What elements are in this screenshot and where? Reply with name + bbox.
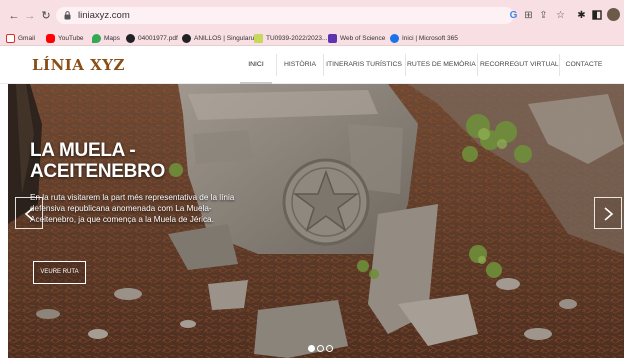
lock-icon — [64, 11, 71, 20]
chevron-left-icon — [24, 207, 34, 221]
slider-prev-button[interactable] — [15, 197, 43, 229]
share-icon[interactable]: ⇪ — [538, 10, 549, 21]
web-of-science-icon — [328, 33, 337, 43]
address-bar[interactable]: liniaxyz.com — [56, 7, 514, 24]
maps-icon — [92, 33, 101, 43]
bookmark-pdf[interactable]: 04001977.pdf — [126, 32, 178, 44]
site-logo[interactable]: LÍNIA XYZ — [32, 56, 125, 74]
nav-separator — [323, 54, 324, 76]
back-arrow-icon[interactable]: ← — [8, 10, 20, 22]
hero-description: En la ruta visitarem la part més represe… — [30, 193, 235, 224]
slider-dot[interactable] — [317, 345, 324, 352]
nav-itineraris-turistics[interactable]: ITINERARIS TURÍSTICS — [326, 46, 402, 84]
nav-separator — [477, 54, 478, 76]
nav-recorregut-virtual[interactable]: RECORREGUT VIRTUAL — [480, 46, 559, 84]
bookmark-maps[interactable]: Maps — [92, 32, 120, 44]
star-icon[interactable]: ☆ — [555, 10, 566, 21]
bookmarks-bar: Gmail YouTube Maps 04001977.pdf ANILLOS … — [0, 30, 624, 46]
nav-separator — [405, 54, 406, 76]
slider-dot[interactable] — [308, 345, 315, 352]
nav-separator — [559, 54, 560, 76]
hero-title: LA MUELA - ACEITENEBRO — [30, 140, 165, 182]
bookmark-spreadsheet[interactable]: TU0939-2022/2023... — [254, 32, 327, 44]
profile-avatar-icon[interactable] — [607, 8, 620, 21]
translate-icon[interactable]: ⊞ — [523, 10, 534, 21]
nav-historia[interactable]: HISTÒRIA — [280, 46, 320, 84]
singularu-icon — [182, 33, 191, 43]
nav-rutes-de-memoria[interactable]: RUTES DE MEMÒRIA — [407, 46, 476, 84]
bookmark-microsoft-365[interactable]: Inici | Microsoft 365 — [390, 32, 458, 44]
slider-next-button[interactable] — [594, 197, 622, 229]
browser-toolbar: ← → ↻ liniaxyz.com G ⊞ ⇪ ☆ ✱ — [0, 0, 624, 30]
extensions-icon[interactable]: ✱ — [576, 10, 587, 21]
youtube-icon — [46, 33, 55, 43]
chevron-right-icon — [604, 207, 614, 221]
bookmark-youtube[interactable]: YouTube — [46, 32, 84, 44]
bookmark-gmail[interactable]: Gmail — [6, 32, 35, 44]
nav-separator — [276, 54, 277, 76]
slider-dot[interactable] — [326, 345, 333, 352]
site-header: LÍNIA XYZ INICI HISTÒRIA ITINERARIS TURÍ… — [0, 46, 624, 84]
hero-slider: LA MUELA - ACEITENEBRO En la ruta visita… — [8, 84, 624, 358]
document-icon — [126, 33, 135, 43]
microsoft-365-icon — [390, 33, 399, 43]
nav-contacte[interactable]: CONTACTE — [562, 46, 606, 84]
gmail-icon — [6, 33, 15, 43]
forward-arrow-icon[interactable]: → — [24, 10, 36, 22]
url-text: liniaxyz.com — [78, 10, 130, 21]
bookmark-singularu[interactable]: ANILLOS | Singularu — [182, 32, 254, 44]
slider-dots — [308, 345, 333, 352]
nav-inici[interactable]: INICI — [240, 46, 272, 84]
window-icon[interactable] — [591, 10, 602, 21]
google-g-icon[interactable]: G — [508, 10, 519, 21]
spreadsheet-icon — [254, 33, 263, 43]
bookmark-web-of-science[interactable]: Web of Science — [328, 32, 385, 44]
view-route-button[interactable]: VEURE RUTA — [33, 261, 86, 284]
reload-icon[interactable]: ↻ — [40, 10, 52, 22]
